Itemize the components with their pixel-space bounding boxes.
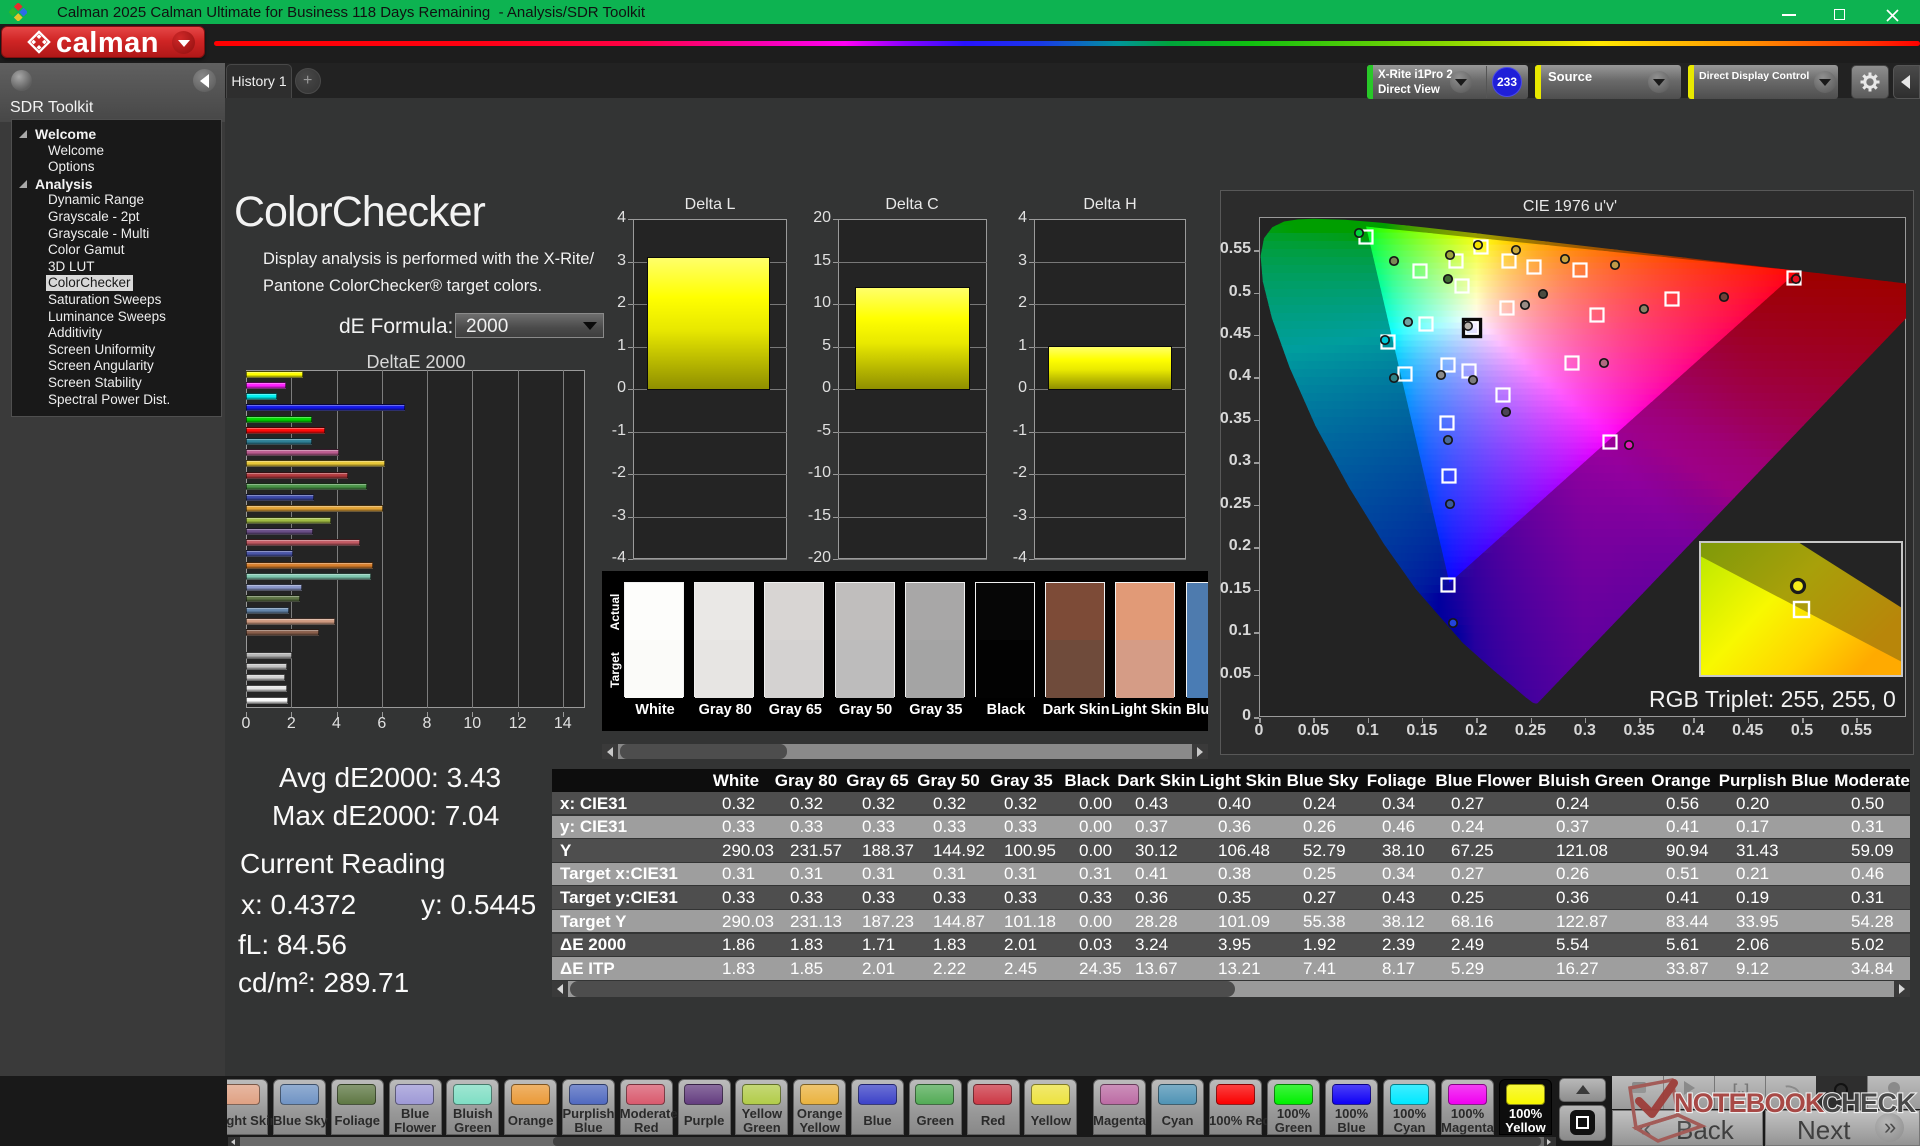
svg-text:NOTEBOOK: NOTEBOOK xyxy=(1674,1088,1825,1118)
svg-text:CHECK: CHECK xyxy=(1822,1088,1917,1118)
